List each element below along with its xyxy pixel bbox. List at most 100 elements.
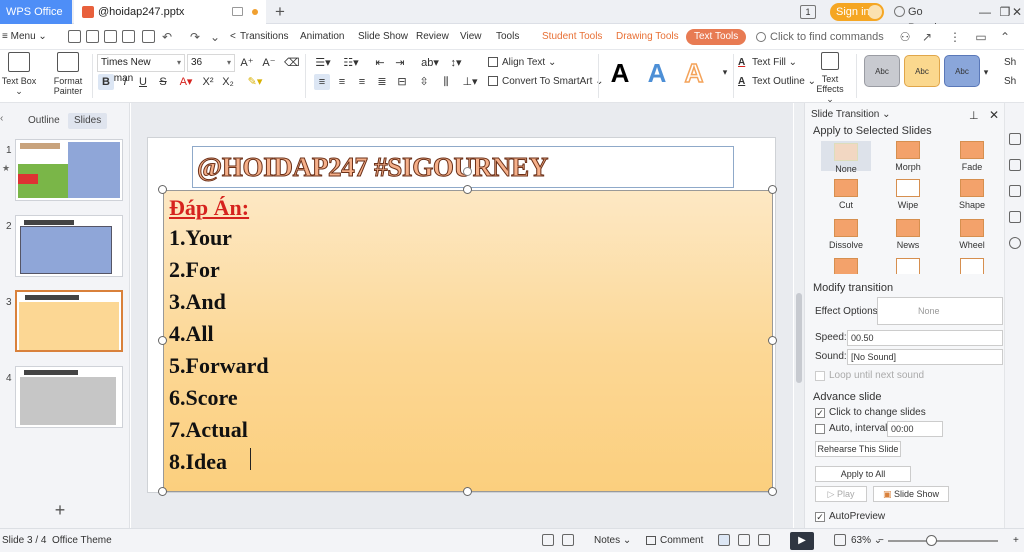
sound-select[interactable]: [No Sound]	[847, 349, 1003, 365]
normal-view-icon[interactable]	[718, 534, 730, 546]
transition-news[interactable]: News	[883, 219, 933, 250]
ribbon-back-arrow[interactable]: <	[230, 29, 236, 45]
pin-icon[interactable]: ⊥	[969, 109, 979, 122]
transition-wheel[interactable]: Wheel	[947, 219, 997, 250]
menu-drawing-tools[interactable]: Drawing Tools	[616, 29, 679, 45]
slide-thumbnail-3[interactable]	[15, 290, 123, 352]
strikethrough-button[interactable]: S	[156, 74, 170, 90]
settings-pane-icon[interactable]	[1009, 185, 1021, 197]
go-premium-button[interactable]: Go Premium	[894, 4, 966, 34]
shape-fill-truncated[interactable]: Sh	[1004, 55, 1016, 71]
bullets-icon[interactable]: ☰▾	[312, 55, 334, 71]
align-right-icon[interactable]: ≡	[354, 74, 370, 90]
align-text-button[interactable]: Align Text ⌄	[488, 55, 556, 71]
tab-slides[interactable]: Slides	[68, 113, 108, 129]
menu-text-tools[interactable]: Text Tools	[686, 29, 747, 45]
align-left-icon[interactable]: ≡	[314, 74, 330, 90]
print-icon[interactable]	[122, 30, 135, 43]
paragraph-spacing-icon[interactable]: ⇳	[416, 74, 432, 90]
increase-font-icon[interactable]: A⁺	[240, 55, 254, 71]
open-file-icon[interactable]	[86, 30, 99, 43]
text-direction-icon[interactable]: ab▾	[420, 55, 440, 71]
slide-thumbnail-4[interactable]	[15, 366, 123, 428]
clear-format-icon[interactable]: ⌫	[284, 55, 300, 71]
text-fill-button[interactable]: A Text Fill ⌄	[738, 55, 797, 71]
zoom-slider-knob[interactable]	[926, 535, 937, 546]
menu-transitions[interactable]: Transitions	[240, 29, 289, 45]
print-preview-icon[interactable]	[142, 30, 155, 43]
redo-icon[interactable]: ↷	[188, 30, 202, 44]
theme-name[interactable]: Office Theme	[52, 533, 112, 549]
menu-slide-show[interactable]: Slide Show	[358, 29, 408, 45]
scrollbar-thumb[interactable]	[796, 293, 802, 383]
close-panel-icon[interactable]: ✕	[989, 108, 999, 122]
increase-indent-icon[interactable]: ⇥	[392, 55, 408, 71]
transition-pane-icon[interactable]	[1009, 133, 1021, 145]
slide-show-button[interactable]: ▣ Slide Show	[873, 486, 949, 502]
shape-style-gray[interactable]: Abc	[864, 55, 900, 87]
content-text-box[interactable]: Đáp Án: 1.Your 2.For 3.And 4.All 5.Forwa…	[163, 190, 773, 492]
tab-outline[interactable]: Outline	[22, 113, 66, 129]
main-menu-button[interactable]: ≡ Menu ⌄	[2, 29, 47, 45]
transition-wipe[interactable]: Wipe	[883, 179, 933, 210]
resize-handle[interactable]	[158, 487, 167, 496]
wordart-orange-preset[interactable]: A	[679, 56, 709, 90]
resize-handle[interactable]	[463, 185, 472, 194]
menu-animation[interactable]: Animation	[300, 29, 344, 45]
animation-pane-icon[interactable]	[1009, 159, 1021, 171]
more-icon[interactable]: ⋮	[948, 30, 962, 44]
rehearse-slide-button[interactable]: Rehearse This Slide	[815, 441, 901, 457]
speed-input[interactable]: 00.50	[847, 330, 1003, 346]
user-icon[interactable]: ⚇	[898, 30, 912, 44]
line-spacing-icon[interactable]: ↕▾	[446, 55, 466, 71]
resize-handle[interactable]	[768, 336, 777, 345]
zoom-slider[interactable]	[888, 540, 998, 542]
wordart-black-preset[interactable]: A	[605, 56, 635, 90]
subscript-button[interactable]: X₂	[220, 74, 236, 90]
play-button[interactable]: ▷ Play	[815, 486, 867, 502]
command-search[interactable]: Click to find commands	[756, 29, 884, 45]
superscript-button[interactable]: X²	[200, 74, 216, 90]
resize-handle[interactable]	[768, 185, 777, 194]
italic-button[interactable]: I	[118, 74, 132, 90]
align-center-icon[interactable]: ≡	[334, 74, 350, 90]
text-outline-button[interactable]: A Text Outline ⌄	[738, 74, 816, 90]
customize-chevron-icon[interactable]: ⌄	[208, 30, 222, 44]
justify-icon[interactable]: ≣	[374, 74, 390, 90]
rotate-handle[interactable]	[463, 167, 472, 176]
menu-tools[interactable]: Tools	[496, 29, 519, 45]
shape-style-blue[interactable]: Abc	[944, 55, 980, 87]
close-window-icon[interactable]: ✕	[1010, 3, 1024, 21]
numbering-icon[interactable]: ☷▾	[340, 55, 362, 71]
undo-icon[interactable]: ↶	[160, 30, 174, 44]
zoom-out-button[interactable]: −	[878, 533, 886, 549]
bold-button[interactable]: B	[98, 74, 114, 90]
fit-icon[interactable]	[542, 534, 554, 546]
window-icon[interactable]	[232, 7, 243, 16]
auto-interval-input[interactable]: 00:00	[887, 421, 943, 437]
collapse-ribbon-icon[interactable]: ⌃	[998, 30, 1012, 44]
font-color-button[interactable]: A▾	[176, 74, 196, 90]
column-icon[interactable]: ⫼	[438, 74, 454, 90]
notes-button[interactable]: Notes ⌄	[594, 533, 631, 549]
effect-options-select[interactable]: None	[877, 297, 1003, 325]
transition-more-3[interactable]	[947, 258, 997, 274]
panel-header[interactable]: Slide Transition ⌄	[811, 109, 891, 120]
collapse-panel-icon[interactable]: ‹	[0, 113, 3, 124]
resize-handle[interactable]	[158, 336, 167, 345]
add-slide-button[interactable]: +	[52, 501, 68, 519]
sign-in-button[interactable]: Sign in	[830, 3, 884, 21]
font-size-select[interactable]: 36 ▾	[187, 54, 235, 72]
menu-view[interactable]: View	[460, 29, 482, 45]
save-icon[interactable]	[104, 30, 117, 43]
loop-checkbox[interactable]	[815, 371, 825, 381]
comment-icon[interactable]: ▭	[974, 30, 988, 44]
decrease-font-icon[interactable]: A⁻	[262, 55, 276, 71]
best-fit-icon[interactable]	[834, 534, 846, 546]
canvas-scrollbar[interactable]	[794, 103, 804, 528]
document-tab[interactable]: @hoidap247.pptx	[74, 0, 266, 24]
transition-cut[interactable]: Cut	[821, 179, 871, 210]
autopreview-checkbox[interactable]: ✓	[815, 512, 825, 522]
text-effects-button[interactable]: Text Effects ⌄	[814, 52, 846, 104]
comment-button[interactable]: Comment	[646, 533, 703, 549]
